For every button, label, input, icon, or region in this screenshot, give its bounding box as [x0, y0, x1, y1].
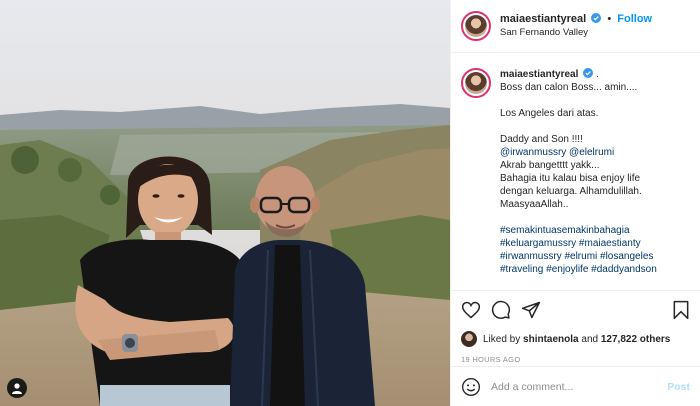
- post-timestamp[interactable]: 19 HOURS AGO: [461, 355, 690, 364]
- caption-blank: [500, 94, 657, 107]
- comment-input[interactable]: [491, 380, 668, 393]
- action-bar: Liked by shintaenola and 127,822 others …: [451, 290, 700, 364]
- liker-username-link[interactable]: shintaenola: [523, 334, 579, 345]
- header-username-link[interactable]: maiaestiantyreal: [500, 13, 586, 25]
- likes-middle: and: [581, 333, 599, 345]
- hashtag-link[interactable]: #irwanmussry #elrumi #losangeles: [500, 250, 657, 263]
- person-icon: [12, 383, 22, 394]
- emoji-icon[interactable]: [461, 377, 481, 397]
- caption-blank: [500, 211, 657, 224]
- post-side-panel: maiaestiantyreal • Follow San Fernando V…: [450, 0, 700, 406]
- post-image: [0, 0, 450, 406]
- avatar[interactable]: [461, 11, 491, 41]
- caption-trailing: .: [595, 69, 599, 80]
- caption-line: Boss dan calon Boss... amin....: [500, 82, 638, 93]
- post-comment-button[interactable]: Post: [667, 381, 690, 393]
- verified-badge-icon: [583, 68, 594, 78]
- heart-icon[interactable]: [461, 300, 481, 320]
- likes-summary: Liked by shintaenola and 127,822 others: [461, 331, 690, 347]
- post-header: maiaestiantyreal • Follow San Fernando V…: [451, 0, 700, 53]
- caption-line: Akrab bangetttt yakk...: [500, 160, 600, 171]
- caption-line: MaasyaaAllah..: [500, 199, 569, 210]
- caption-username-link[interactable]: maiaestiantyreal: [500, 69, 578, 80]
- caption-line: Los Angeles dari atas.: [500, 108, 599, 119]
- caption-area: maiaestiantyreal . Boss dan calon Boss..…: [451, 54, 700, 290]
- user-tag-icon[interactable]: [7, 378, 27, 398]
- liker-avatar[interactable]: [461, 331, 477, 347]
- comment-icon[interactable]: [491, 300, 511, 320]
- caption-avatar[interactable]: [461, 68, 491, 98]
- caption-line: dengan keluarga. Alhamdulillah.: [500, 186, 642, 197]
- post-photo[interactable]: [0, 0, 450, 406]
- add-comment-bar: Post: [451, 366, 700, 406]
- caption-text: maiaestiantyreal . Boss dan calon Boss..…: [500, 68, 657, 290]
- follow-button[interactable]: Follow: [617, 13, 652, 25]
- bookmark-icon[interactable]: [672, 300, 690, 320]
- caption-line: Daddy and Son !!!!: [500, 134, 583, 145]
- likes-prefix: Liked by: [483, 333, 521, 345]
- separator-dot: •: [607, 13, 612, 25]
- hashtag-link[interactable]: #traveling #enjoylife #daddyandson: [500, 263, 657, 276]
- hashtag-link[interactable]: #keluargamussry #maiaestianty: [500, 237, 657, 250]
- mention-links[interactable]: @irwanmussry @elelrumi: [500, 146, 657, 159]
- caption-line: Bahagia itu kalau bisa enjoy life: [500, 173, 641, 184]
- caption-blank: [500, 120, 657, 133]
- hashtag-link[interactable]: #semakintuasemakinbahagia: [500, 224, 657, 237]
- verified-badge-icon: [591, 13, 602, 23]
- share-icon[interactable]: [521, 300, 541, 320]
- location-link[interactable]: San Fernando Valley: [500, 26, 652, 40]
- likes-others-link[interactable]: 127,822 others: [601, 334, 671, 345]
